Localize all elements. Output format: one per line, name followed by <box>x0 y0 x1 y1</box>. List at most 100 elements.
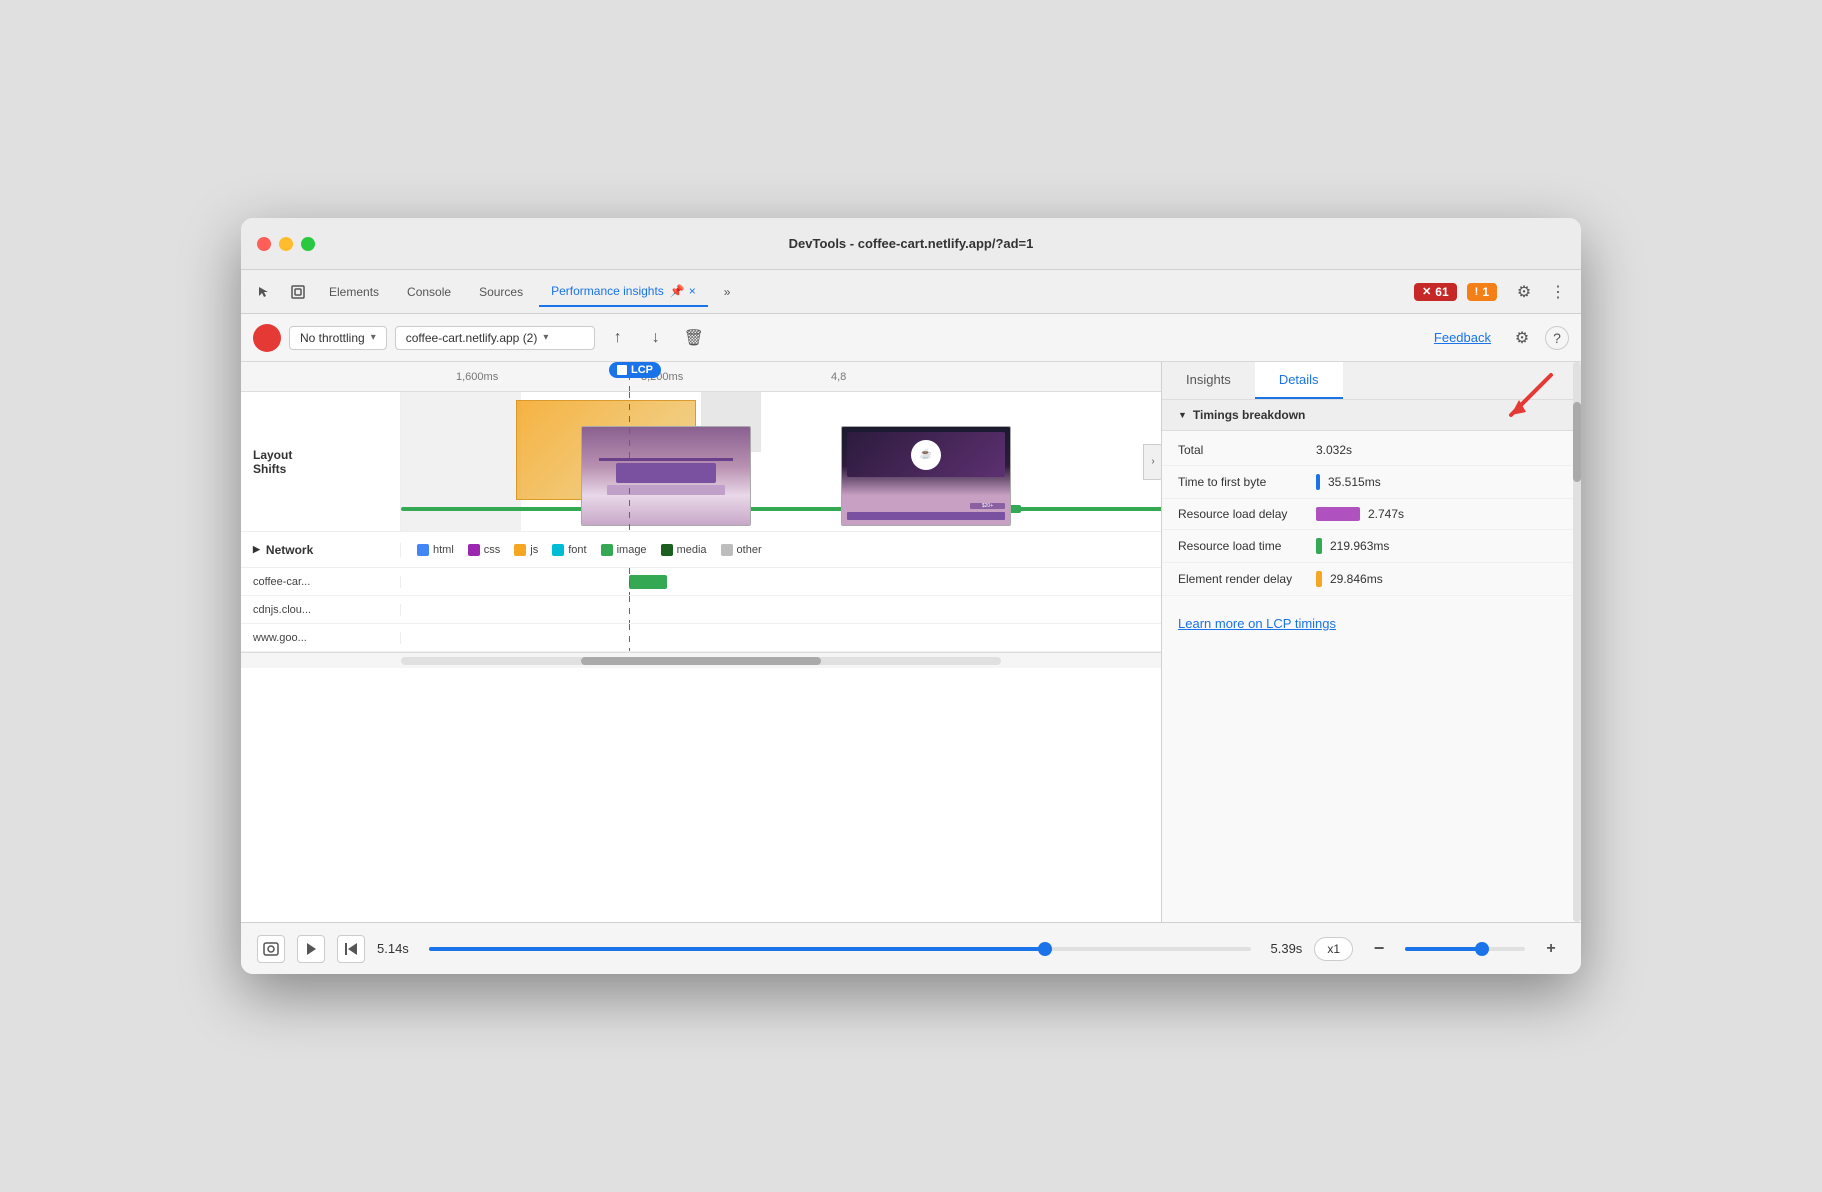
tab-sources[interactable]: Sources <box>467 277 535 307</box>
more-icon[interactable]: ⋮ <box>1543 277 1573 307</box>
row-cursor-3 <box>629 624 630 651</box>
timing-row-total: Total 3.032s <box>1162 435 1581 466</box>
to-start-button[interactable] <box>337 935 365 963</box>
timing-label-total: Total <box>1178 443 1308 457</box>
timing-row-rlt: Resource load time 219.963ms <box>1162 530 1581 563</box>
learn-more-link[interactable]: Learn more on LCP timings <box>1162 600 1581 647</box>
other-color-dot <box>721 544 733 556</box>
tab-elements[interactable]: Elements <box>317 277 391 307</box>
pin-icon: 📌 <box>670 284 685 298</box>
record-button[interactable] <box>253 324 281 352</box>
network-header-row: ▶ Network html css js <box>241 532 1161 568</box>
time-mark-1600: 1,600ms <box>456 371 498 383</box>
horizontal-scrollbar[interactable] <box>241 652 1161 668</box>
zoom-in-button[interactable]: + <box>1537 935 1565 963</box>
zoom-level: x1 <box>1314 937 1353 961</box>
media-color-dot <box>661 544 673 556</box>
zoom-out-button[interactable]: − <box>1365 935 1393 963</box>
timing-row-rld: Resource load delay 2.747s <box>1162 499 1581 530</box>
layout-shifts-row: LayoutShifts 0.21 <box>241 392 1161 532</box>
warning-badge[interactable]: ! 1 <box>1467 283 1497 301</box>
table-row[interactable]: www.goo... <box>241 624 1161 652</box>
play-button[interactable] <box>297 935 325 963</box>
lcp-label: LCP <box>609 362 661 378</box>
tab-more[interactable]: » <box>712 277 743 307</box>
close-button[interactable] <box>257 237 271 251</box>
timing-value-erd: 29.846ms <box>1330 572 1383 586</box>
timeline-scrubber[interactable] <box>421 947 1259 951</box>
rlt-bar <box>1316 538 1322 554</box>
zoom-slider[interactable] <box>1405 947 1525 951</box>
screenshot-left <box>581 426 751 526</box>
traffic-lights <box>257 237 315 251</box>
network-expand-icon[interactable]: ▶ <box>253 544 260 555</box>
feedback-link[interactable]: Feedback <box>1434 330 1491 345</box>
section-expand-icon[interactable]: ▼ <box>1178 410 1187 420</box>
legend-image: image <box>601 544 647 556</box>
tab-performance-insights[interactable]: Performance insights 📌 × <box>539 277 708 307</box>
help-icon[interactable]: ? <box>1545 326 1569 350</box>
file-bar-area-3 <box>401 624 1161 651</box>
lcp-square-icon <box>617 365 627 375</box>
screenshot-toggle-button[interactable] <box>257 935 285 963</box>
timing-row-ttfb: Time to first byte 35.515ms <box>1162 466 1581 499</box>
cursor-icon[interactable] <box>249 277 279 307</box>
rld-bar <box>1316 507 1360 521</box>
download-icon[interactable]: ↓ <box>641 323 671 353</box>
timing-label-ttfb: Time to first byte <box>1178 475 1308 489</box>
legend-media: media <box>661 544 707 556</box>
timing-row-erd: Element render delay 29.846ms <box>1162 563 1581 596</box>
table-row[interactable]: coffee-car... <box>241 568 1161 596</box>
image-color-dot <box>601 544 613 556</box>
file-bar-1 <box>629 575 667 589</box>
close-tab-icon[interactable]: × <box>689 284 696 298</box>
expand-row-button[interactable]: › <box>1143 444 1161 480</box>
file-name-3: www.goo... <box>241 632 401 644</box>
throttling-dropdown[interactable]: No throttling ▾ <box>289 326 387 350</box>
url-dropdown[interactable]: coffee-cart.netlify.app (2) ▾ <box>395 326 595 350</box>
screenshot-right: ☕ $20+ <box>841 426 1011 526</box>
legend-js: js <box>514 544 538 556</box>
timing-table: Total 3.032s Time to first byte 35.515ms <box>1162 431 1581 600</box>
minimize-button[interactable] <box>279 237 293 251</box>
red-arrow <box>1491 370 1551 420</box>
scrollbar-track[interactable] <box>401 657 1001 665</box>
timeline-cursor-line <box>629 362 630 391</box>
panel-tabs: Insights Details <box>1162 362 1581 400</box>
timing-value-total: 3.032s <box>1316 443 1352 457</box>
throttling-arrow-icon: ▾ <box>371 332 376 343</box>
layout-shifts-content: 0.21 <box>401 392 1161 531</box>
right-scrollbar-thumb[interactable] <box>1573 402 1581 482</box>
css-color-dot <box>468 544 480 556</box>
legend-html: html <box>417 544 454 556</box>
capture-settings-icon[interactable]: ⚙ <box>1507 323 1537 353</box>
tab-insights[interactable]: Insights <box>1162 362 1255 399</box>
table-row[interactable]: cdnjs.clou... <box>241 596 1161 624</box>
legend-other: other <box>721 544 762 556</box>
font-color-dot <box>552 544 564 556</box>
ttfb-bar <box>1316 474 1320 490</box>
content-cursor-line <box>629 392 630 531</box>
upload-icon[interactable]: ↑ <box>603 323 633 353</box>
right-panel: Insights Details ▼ Timings breakdown <box>1161 362 1581 922</box>
row-cursor-2 <box>629 596 630 623</box>
network-section-label[interactable]: ▶ Network <box>241 543 401 557</box>
url-arrow-icon: ▾ <box>543 332 548 343</box>
timing-value-ttfb: 35.515ms <box>1328 475 1381 489</box>
js-color-dot <box>514 544 526 556</box>
right-panel-scrollbar[interactable] <box>1573 362 1581 922</box>
scrollbar-thumb[interactable] <box>581 657 821 665</box>
inspect-icon[interactable] <box>283 277 313 307</box>
trash-icon[interactable]: 🗑 <box>679 323 709 353</box>
tab-details[interactable]: Details <box>1255 362 1343 399</box>
file-bar-area-2 <box>401 596 1161 623</box>
timing-value-rld: 2.747s <box>1368 507 1404 521</box>
settings-icon[interactable]: ⚙ <box>1509 277 1539 307</box>
error-badge[interactable]: ✕ 61 <box>1414 283 1457 301</box>
erd-bar <box>1316 571 1322 587</box>
timing-value-rlt: 219.963ms <box>1330 539 1389 553</box>
tab-console[interactable]: Console <box>395 277 463 307</box>
maximize-button[interactable] <box>301 237 315 251</box>
row-cursor-1 <box>629 568 630 595</box>
file-name-1: coffee-car... <box>241 576 401 588</box>
